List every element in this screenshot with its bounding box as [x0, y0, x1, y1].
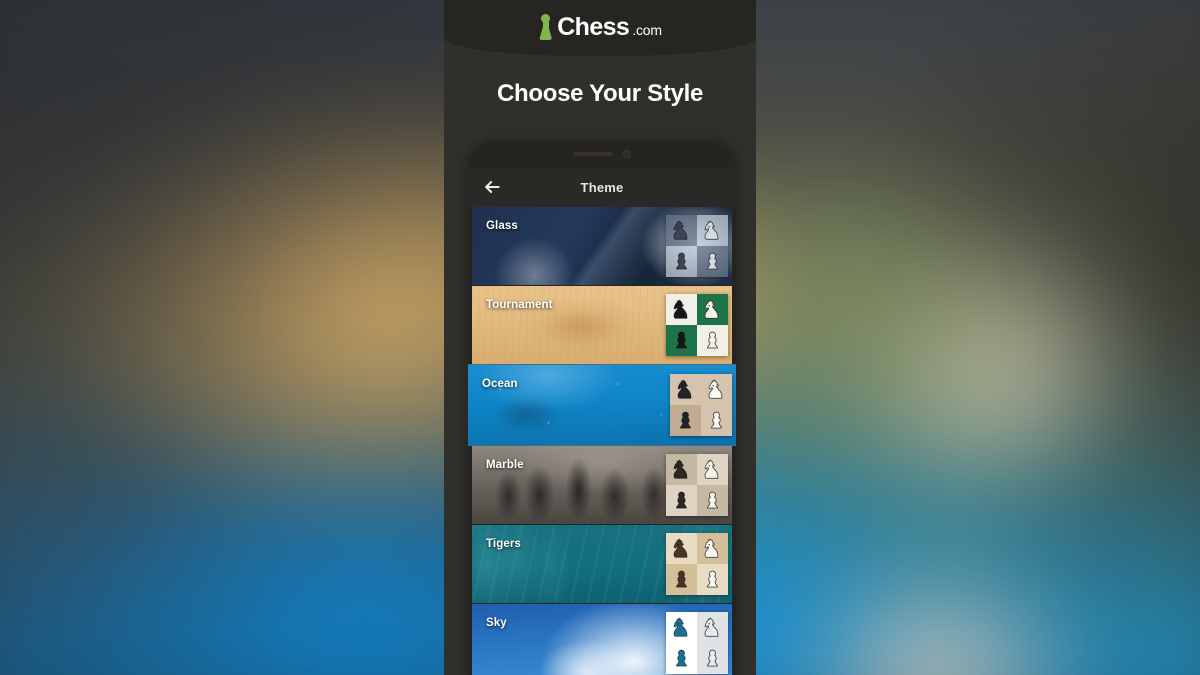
phone-notch — [468, 150, 736, 158]
theme-list[interactable]: Glass Tournament Ocean Marble Tigers Sky — [468, 207, 736, 675]
theme-card-glass[interactable]: Glass — [472, 207, 732, 285]
app-bar: Theme — [468, 167, 736, 207]
preview-square-white-knight — [697, 454, 728, 485]
preview-square-white-pawn — [697, 564, 728, 595]
preview-square-white-knight — [697, 533, 728, 564]
theme-card-tournament[interactable]: Tournament — [472, 286, 732, 364]
app-bar-title: Theme — [580, 179, 624, 195]
theme-card-tigers[interactable]: Tigers — [472, 525, 732, 603]
theme-name-label: Ocean — [482, 378, 518, 390]
preview-square-white-knight — [701, 374, 732, 405]
speaker-grille-icon — [573, 152, 613, 156]
preview-square-black-knight — [666, 215, 697, 246]
preview-square-white-pawn — [697, 325, 728, 356]
preview-square-black-knight — [666, 533, 697, 564]
preview-square-black-pawn — [666, 246, 697, 277]
phone-mockup: Theme Glass Tournament Ocean Marble Tigers Sk… — [468, 143, 736, 675]
preview-square-black-knight — [670, 374, 701, 405]
preview-square-white-pawn — [697, 485, 728, 516]
preview-square-black-pawn — [666, 485, 697, 516]
theme-card-ocean[interactable]: Ocean — [468, 365, 736, 445]
preview-square-black-knight — [666, 612, 697, 643]
page-title: Choose Your Style — [496, 80, 704, 107]
theme-name-label: Tigers — [486, 538, 521, 550]
chesscom-logo: Chess .com — [444, 14, 756, 40]
preview-square-white-pawn — [697, 246, 728, 277]
theme-name-label: Tournament — [486, 299, 553, 311]
screenshot-stage: Chess .com Choose Your Style Theme Glass… — [0, 0, 1200, 675]
theme-preview-board — [666, 533, 728, 595]
logo-wordmark: Chess — [557, 12, 630, 41]
front-camera-icon — [623, 150, 631, 158]
preview-square-black-knight — [666, 454, 697, 485]
preview-square-white-knight — [697, 294, 728, 325]
theme-name-label: Sky — [486, 617, 507, 629]
theme-preview-board — [666, 215, 728, 277]
preview-square-white-pawn — [701, 405, 732, 436]
theme-preview-board — [666, 454, 728, 516]
logo-tld: .com — [632, 22, 662, 38]
theme-preview-board — [666, 294, 728, 356]
preview-square-white-knight — [697, 612, 728, 643]
theme-name-label: Glass — [486, 220, 518, 232]
preview-square-black-pawn — [666, 564, 697, 595]
theme-card-marble[interactable]: Marble — [472, 446, 732, 524]
preview-square-black-knight — [666, 294, 697, 325]
center-panel: Chess .com Choose Your Style Theme Glass… — [444, 0, 756, 675]
preview-square-black-pawn — [666, 643, 697, 674]
theme-card-sky[interactable]: Sky — [472, 604, 732, 675]
theme-preview-board — [670, 374, 732, 436]
preview-square-white-pawn — [697, 643, 728, 674]
theme-preview-board — [666, 612, 728, 674]
back-arrow-icon[interactable] — [482, 177, 502, 197]
theme-name-label: Marble — [486, 459, 524, 471]
preview-square-white-knight — [697, 215, 728, 246]
preview-square-black-pawn — [670, 405, 701, 436]
green-pawn-icon — [538, 14, 553, 40]
preview-square-black-pawn — [666, 325, 697, 356]
